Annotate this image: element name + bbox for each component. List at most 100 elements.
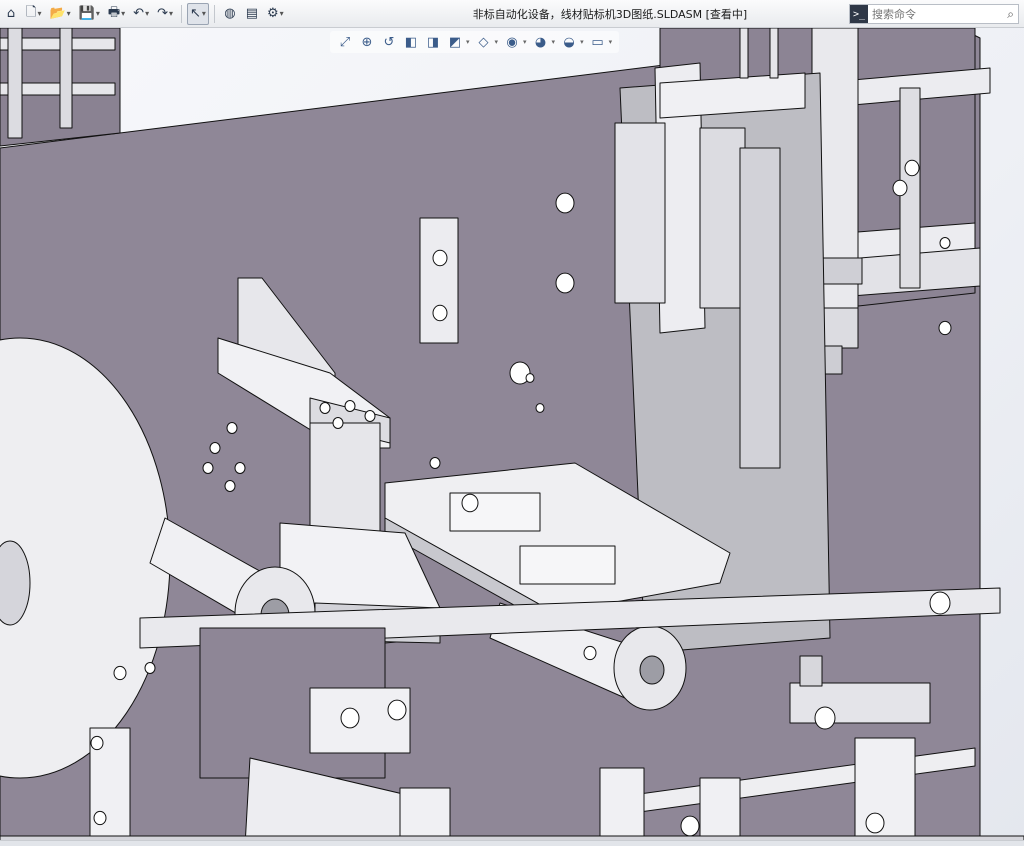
mounting-hole xyxy=(680,815,700,837)
mounting-hole xyxy=(344,400,356,412)
print-button[interactable]: 🖶 ▾ xyxy=(105,3,128,25)
dropdown-caret-icon[interactable]: ▾ xyxy=(169,9,173,18)
lower-left-block xyxy=(309,687,411,754)
mounting-hole xyxy=(892,179,908,197)
status-strip xyxy=(0,840,1024,846)
dropdown-caret-icon[interactable]: ▾ xyxy=(202,9,206,18)
view-orientation-icon[interactable]: ◩ xyxy=(445,32,465,52)
dropdown-caret-icon[interactable]: ▾ xyxy=(280,9,284,18)
select-pointer-icon: ↖ xyxy=(190,6,201,21)
mounting-hole xyxy=(319,402,331,414)
mounting-hole xyxy=(209,442,221,454)
top-left-post-2 xyxy=(59,28,73,129)
carriage-guide-left xyxy=(614,122,666,304)
mounting-hole xyxy=(525,373,535,383)
graphics-area[interactable]: ⤢ ⊕ ↺ ◧ ◨ ◩ ▾ ◇ ▾ ◉ ▾ ◕ ▾ ◒ ▾ ▭ ▾ xyxy=(0,28,1024,846)
zoom-to-fit-icon[interactable]: ⤢ xyxy=(335,32,355,52)
print-icon: 🖶 xyxy=(107,4,121,20)
dropdown-caret-icon[interactable]: ▾ xyxy=(523,38,527,46)
window-title: 非标自动化设备，线材贴标机3D图纸.SLDASM [查看中] xyxy=(472,8,748,21)
dynamic-annotation-icon[interactable]: ◨ xyxy=(423,32,443,52)
dropdown-caret-icon[interactable]: ▾ xyxy=(495,38,499,46)
options-gear-icon: ⚙ xyxy=(266,6,279,21)
new-document-button[interactable]: 🗋 ▾ xyxy=(23,3,44,25)
file-properties-button[interactable]: ▤ xyxy=(242,3,262,25)
options-gear-button[interactable]: ⚙ ▾ xyxy=(264,3,287,25)
roller-right-bearing xyxy=(639,655,665,685)
top-left-post xyxy=(7,28,23,139)
select-pointer-button[interactable]: ↖ ▾ xyxy=(187,2,209,25)
mounting-hole xyxy=(113,665,127,681)
mounting-hole xyxy=(340,707,360,729)
redo-button[interactable]: ↷ ▾ xyxy=(154,3,176,25)
mounting-hole xyxy=(555,272,575,294)
lower-clamp-right-1 xyxy=(599,767,645,846)
mounting-hole xyxy=(202,462,214,474)
home-icon: ⌂ xyxy=(6,6,16,21)
assembly-model[interactable] xyxy=(0,28,1024,846)
quick-access-toolbar: ⌂ 🗋 ▾ 📂 ▾ 💾 ▾ 🖶 ▾ ↶ ▾ ↷ ▾ ↖ ▾ ◍ ▤ ⚙ ▾ xyxy=(0,0,288,28)
mounting-hole xyxy=(814,706,836,730)
dropdown-caret-icon[interactable]: ▾ xyxy=(121,9,125,18)
mounting-hole xyxy=(144,662,156,674)
dropdown-caret-icon[interactable]: ▾ xyxy=(609,38,613,46)
small-hole-plate xyxy=(419,217,459,344)
view-settings-icon[interactable]: ▭ xyxy=(588,32,608,52)
mounting-hole xyxy=(332,417,344,429)
apply-scene-icon[interactable]: ◒ xyxy=(559,32,579,52)
undo-icon: ↶ xyxy=(133,6,145,21)
dropdown-caret-icon[interactable]: ▾ xyxy=(466,38,470,46)
section-view-icon[interactable]: ◧ xyxy=(401,32,421,52)
traffic-light-icon: ◍ xyxy=(224,6,236,21)
search-input[interactable] xyxy=(868,7,978,21)
display-style-icon[interactable]: ◇ xyxy=(474,32,494,52)
file-properties-icon: ▤ xyxy=(245,6,259,21)
mounting-hole xyxy=(224,480,236,492)
bracket-column xyxy=(309,422,381,544)
mounting-hole xyxy=(234,462,246,474)
mounting-hole xyxy=(938,320,952,336)
home-button[interactable]: ⌂ xyxy=(1,3,21,25)
open-folder-button[interactable]: 📂 ▾ xyxy=(46,3,73,25)
dropdown-caret-icon[interactable]: ▾ xyxy=(67,9,71,18)
edit-appearance-icon[interactable]: ◕ xyxy=(531,32,551,52)
carriage-guide-right xyxy=(699,127,746,309)
undo-button[interactable]: ↶ ▾ xyxy=(130,3,152,25)
dropdown-caret-icon[interactable]: ▾ xyxy=(552,38,556,46)
toolbar-separator xyxy=(181,4,183,23)
dropdown-caret-icon[interactable]: ▾ xyxy=(580,38,584,46)
heads-up-view-toolbar: ⤢ ⊕ ↺ ◧ ◨ ◩ ▾ ◇ ▾ ◉ ▾ ◕ ▾ ◒ ▾ ▭ ▾ xyxy=(330,31,620,53)
new-document-icon: 🗋 xyxy=(26,4,37,20)
previous-view-icon[interactable]: ↺ xyxy=(379,32,399,52)
open-folder-icon: 📂 xyxy=(49,6,66,21)
traffic-light-button[interactable]: ◍ xyxy=(220,3,240,25)
mounting-hole xyxy=(461,493,479,513)
mounting-hole xyxy=(432,249,448,267)
mounting-hole xyxy=(583,645,597,661)
carriage-top-rod-1 xyxy=(739,28,749,79)
lower-right-bracket xyxy=(789,682,931,724)
mounting-hole xyxy=(535,403,545,413)
mounting-hole xyxy=(929,591,951,615)
dropdown-caret-icon[interactable]: ▾ xyxy=(145,9,149,18)
save-icon: 💾 xyxy=(78,6,95,21)
carriage-slide xyxy=(739,147,781,469)
mounting-hole xyxy=(387,699,407,721)
save-button[interactable]: 💾 ▾ xyxy=(76,3,103,25)
mounting-hole xyxy=(364,410,376,422)
mounting-hole xyxy=(904,159,920,177)
platform-block-2 xyxy=(519,545,616,585)
dropdown-caret-icon[interactable]: ▾ xyxy=(37,9,41,18)
command-toolbar: ⌂ 🗋 ▾ 📂 ▾ 💾 ▾ 🖶 ▾ ↶ ▾ ↷ ▾ ↖ ▾ ◍ ▤ ⚙ ▾ 非标自动化设备，线材贴标机3D图纸.SL… xyxy=(0,0,1024,28)
mounting-hole xyxy=(90,735,104,751)
mounting-hole xyxy=(939,237,951,249)
mounting-hole xyxy=(555,192,575,214)
search-icon[interactable]: ⌕ xyxy=(1007,7,1014,22)
dropdown-caret-icon[interactable]: ▾ xyxy=(96,9,100,18)
carriage-top-rod-2 xyxy=(769,28,779,79)
lower-right-post xyxy=(799,655,823,687)
hide-show-items-icon[interactable]: ◉ xyxy=(502,32,522,52)
toolbar-separator xyxy=(213,4,215,23)
search-commands-box[interactable]: >_ ⌕ xyxy=(849,4,1019,24)
zoom-to-area-icon[interactable]: ⊕ xyxy=(357,32,377,52)
